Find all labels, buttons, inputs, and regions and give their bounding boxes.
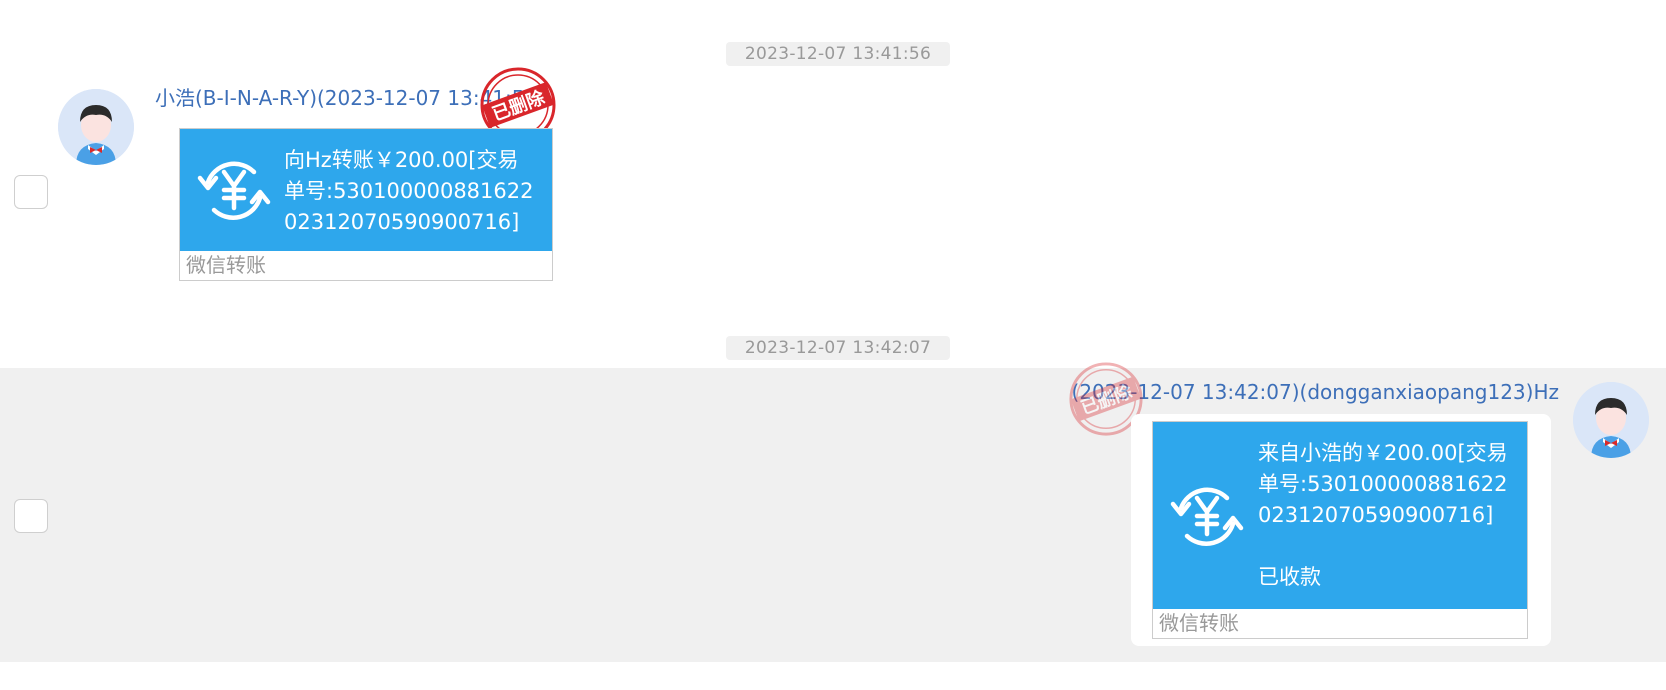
transfer-description: 来自小浩的￥200.00[交易单号:5301000008816220231207… xyxy=(1258,441,1508,527)
avatar-boy-icon xyxy=(1573,382,1649,458)
transfer-description: 向Hz转账￥200.00[交易单号:5301000008816220231207… xyxy=(284,148,534,234)
yuan-transfer-icon xyxy=(197,161,271,220)
select-checkbox[interactable] xyxy=(14,499,48,533)
card-footer: 微信转账 xyxy=(186,253,266,277)
transfer-card[interactable]: 向Hz转账￥200.00[交易单号:5301000008816220231207… xyxy=(179,128,553,281)
card-body: 向Hz转账￥200.00[交易单号:5301000008816220231207… xyxy=(180,129,552,251)
avatar-boy-icon xyxy=(58,89,134,165)
avatar[interactable] xyxy=(1573,382,1649,458)
message-timestamp: 2023-12-07 13:41:56 xyxy=(726,42,950,66)
transfer-card[interactable]: 来自小浩的￥200.00[交易单号:5301000008816220231207… xyxy=(1152,421,1528,639)
yuan-transfer-icon xyxy=(1170,487,1244,546)
card-footer: 微信转账 xyxy=(1159,611,1239,635)
message-timestamp: 2023-12-07 13:42:07 xyxy=(726,336,950,360)
avatar[interactable] xyxy=(58,89,134,165)
card-body: 来自小浩的￥200.00[交易单号:5301000008816220231207… xyxy=(1153,422,1527,609)
select-checkbox[interactable] xyxy=(14,175,48,209)
transfer-status: 已收款 xyxy=(1258,565,1321,589)
